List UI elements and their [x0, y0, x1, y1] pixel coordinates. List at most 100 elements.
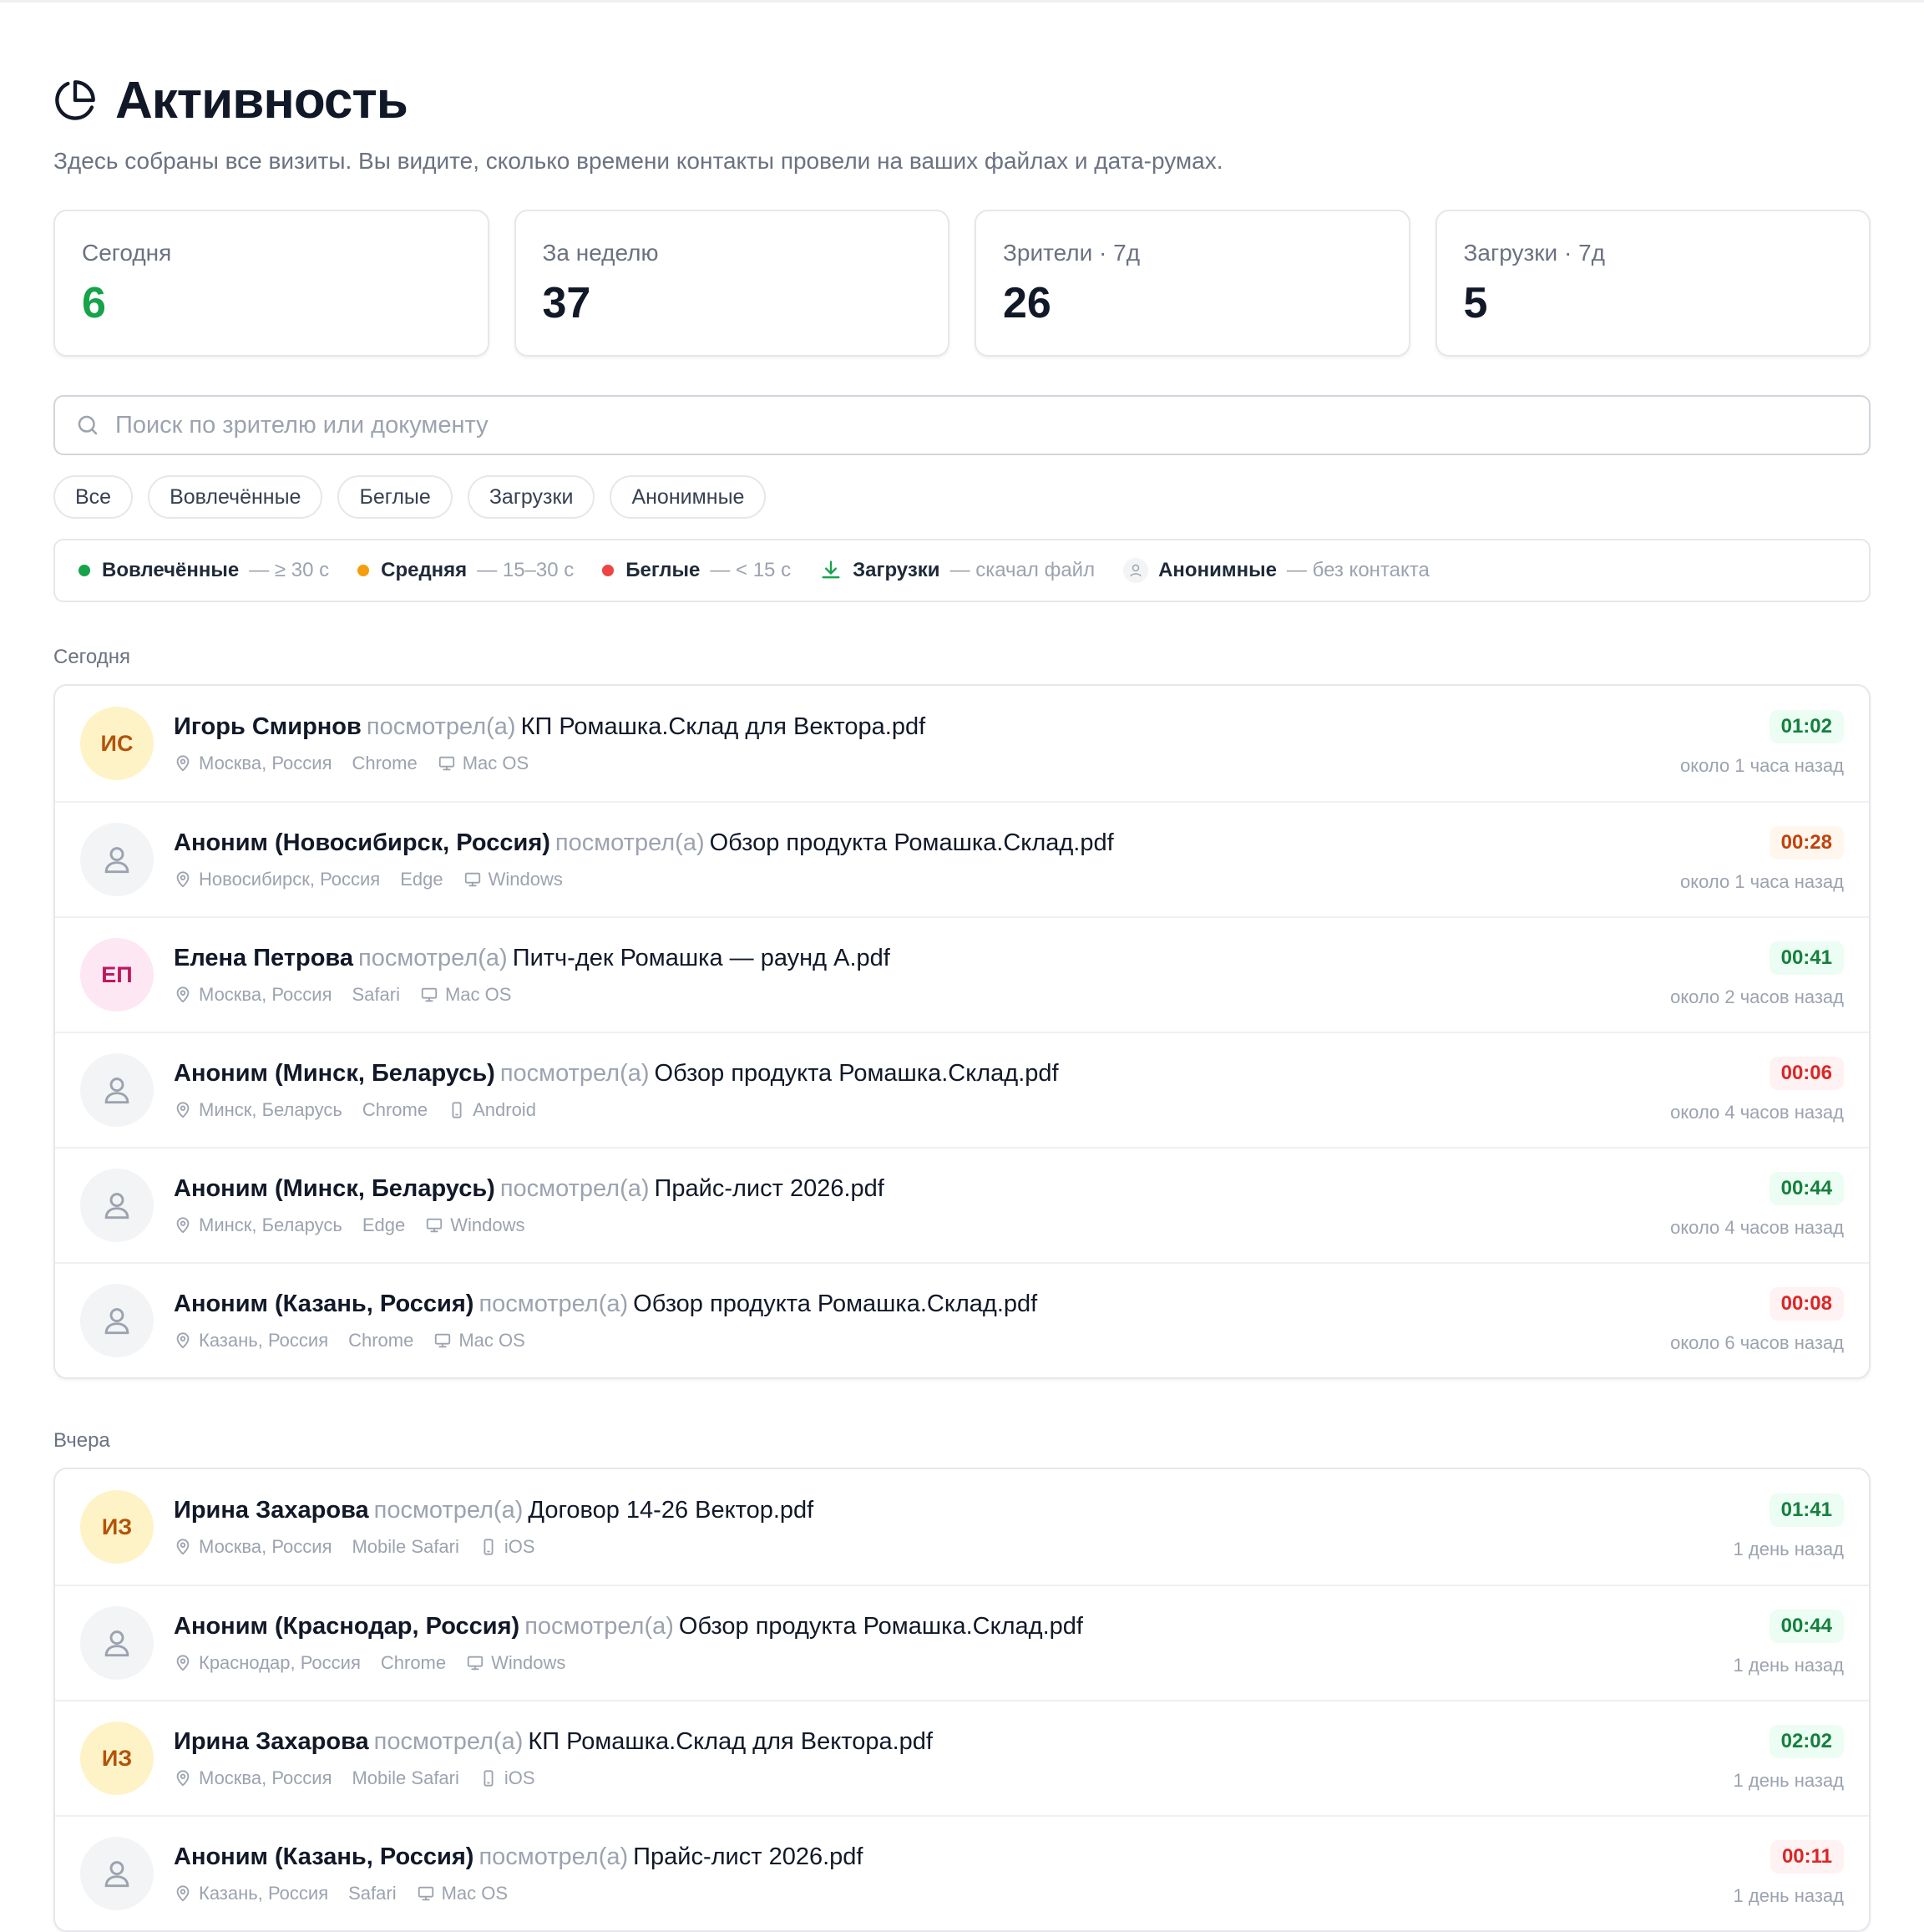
- desktop-icon: [427, 1218, 443, 1232]
- document-name: Обзор продукта Ромашка.Склад.pdf: [654, 1059, 1059, 1087]
- activity-meta: Москва, Россия Mobile Safari iOS: [174, 1767, 1734, 1789]
- location-pin-icon: [176, 1884, 190, 1901]
- location: Краснодар, Россия: [174, 1652, 361, 1674]
- filter-engaged[interactable]: Вовлечённые: [148, 475, 323, 519]
- activity-row[interactable]: Аноним (Минск, Беларусь) посмотрел(а) Обзо…: [55, 1032, 1869, 1147]
- activity-info: Игорь Смирнов посмотрел(а) КП Ромашка.Скла…: [174, 713, 1680, 774]
- search-input[interactable]: [114, 410, 1849, 440]
- activity-info: Аноним (Минск, Беларусь) посмотрел(а) Прай…: [174, 1175, 1670, 1236]
- filter-all[interactable]: Все: [53, 475, 134, 519]
- browser: Mobile Safari: [352, 1767, 459, 1788]
- filter-anonymous[interactable]: Анонимные: [610, 475, 767, 519]
- viewer-name: Аноним (Казань, Россия): [174, 1843, 474, 1870]
- avatar: ИЗ: [80, 1490, 154, 1564]
- activity-right: 00:41 около 2 часов назад: [1670, 941, 1844, 1008]
- document-name: КП Ромашка.Склад для Вектора.pdf: [520, 712, 926, 740]
- pie-chart-icon: [55, 80, 95, 120]
- activity-row[interactable]: Аноним (Новосибирск, Россия) посмотрел(а)…: [55, 801, 1869, 916]
- activity-page: Активность Здесь собраны все визиты. Вы …: [0, 71, 1924, 1932]
- os: Windows: [425, 1214, 524, 1236]
- viewer-name: Аноним (Краснодар, Россия): [174, 1612, 520, 1640]
- section-title: Вчера: [53, 1429, 110, 1452]
- stat-label: Зрители · 7д: [1003, 240, 1141, 266]
- os: Windows: [466, 1652, 565, 1674]
- activity-meta: Москва, Россия Mobile Safari iOS: [174, 1536, 1734, 1558]
- activity-headline: Ирина Захарова посмотрел(а) Договор 14-26 …: [174, 1497, 1734, 1524]
- browser: Safari: [352, 983, 400, 1005]
- activity-meta: Минск, Беларусь Edge Windows: [174, 1214, 1670, 1236]
- location-pin-icon: [176, 1216, 190, 1233]
- search-box: [53, 395, 1871, 455]
- stat-value: 6: [82, 279, 106, 327]
- location-pin-icon: [176, 754, 190, 771]
- duration-badge: 00:11: [1770, 1840, 1844, 1874]
- time-ago: около 2 часов назад: [1670, 986, 1844, 1007]
- viewer-name: Ирина Захарова: [174, 1496, 369, 1524]
- avatar: [80, 1053, 154, 1127]
- location: Москва, Россия: [174, 1767, 332, 1789]
- filter-downloads[interactable]: Загрузки: [467, 475, 595, 519]
- anonymous-user-icon: [104, 1308, 129, 1335]
- action-verb: посмотрел(а): [524, 1612, 674, 1640]
- avatar: ЕП: [80, 938, 154, 1012]
- activity-row[interactable]: Аноним (Казань, Россия) посмотрел(а) Обзор…: [55, 1262, 1869, 1377]
- time-ago: около 4 часов назад: [1670, 1217, 1844, 1238]
- activity-meta: Казань, Россия Chrome Mac OS: [174, 1330, 1670, 1351]
- document-name: Прайс-лист 2026.pdf: [633, 1843, 863, 1870]
- document-name: Прайс-лист 2026.pdf: [654, 1174, 884, 1202]
- activity-headline: Аноним (Краснодар, Россия) посмотрел(а) Об…: [174, 1613, 1734, 1640]
- activity-headline: Аноним (Минск, Беларусь) посмотрел(а) Обзо…: [174, 1060, 1670, 1088]
- activity-meta: Казань, Россия Safari Mac OS: [174, 1883, 1734, 1904]
- activity-headline: Аноним (Минск, Беларусь) посмотрел(а) Прай…: [174, 1175, 1670, 1203]
- location: Новосибирск, Россия: [174, 869, 380, 890]
- desktop-icon: [421, 987, 438, 1001]
- viewer-name: Елена Петрова: [174, 944, 354, 971]
- location: Казань, Россия: [174, 1883, 328, 1904]
- activity-row[interactable]: ИС Игорь Смирнов посмотрел(а) КП Ромашка.С…: [55, 686, 1869, 801]
- os: Android: [448, 1099, 536, 1121]
- activity-row[interactable]: Аноним (Казань, Россия) посмотрел(а) Прайс…: [55, 1815, 1869, 1930]
- mobile-phone-icon: [484, 1769, 494, 1787]
- activity-right: 00:08 около 6 часов назад: [1670, 1287, 1844, 1354]
- viewer-name: Аноним (Новосибирск, Россия): [174, 829, 550, 856]
- activity-row[interactable]: Аноним (Минск, Беларусь) посмотрел(а) Прай…: [55, 1147, 1869, 1262]
- stats-row: Сегодня 6 За неделю 37 Зрители · 7д 26 З…: [53, 210, 1871, 357]
- activity-row[interactable]: ИЗ Ирина Захарова посмотрел(а) Договор 14-…: [55, 1469, 1869, 1585]
- activity-row[interactable]: ИЗ Ирина Захарова посмотрел(а) КП Ромашка.…: [55, 1700, 1869, 1815]
- activity-right: 00:28 около 1 часа назад: [1680, 826, 1844, 893]
- activity-info: Аноним (Казань, Россия) посмотрел(а) Обзор…: [174, 1291, 1670, 1351]
- activity-list: ИС Игорь Смирнов посмотрел(а) КП Ромашка.С…: [53, 684, 1871, 1379]
- green-dot-icon: [78, 565, 90, 576]
- os: iOS: [479, 1767, 535, 1789]
- stat-card-viewers: Зрители · 7д 26: [975, 210, 1410, 357]
- document-name: Обзор продукта Ромашка.Склад.pdf: [678, 1612, 1083, 1640]
- stat-label: Загрузки · 7д: [1463, 240, 1605, 266]
- search-icon: [78, 415, 98, 435]
- activity-headline: Аноним (Казань, Россия) посмотрел(а) Обзор…: [174, 1291, 1670, 1318]
- activity-headline: Аноним (Казань, Россия) посмотрел(а) Прайс…: [174, 1843, 1734, 1871]
- action-verb: посмотрел(а): [373, 1496, 524, 1524]
- activity-meta: Краснодар, Россия Chrome Windows: [174, 1652, 1734, 1674]
- activity-headline: Аноним (Новосибирск, Россия) посмотрел(а)…: [174, 829, 1680, 857]
- activity-right: 01:02 около 1 часа назад: [1680, 710, 1844, 777]
- page-title: Активность: [115, 71, 408, 129]
- action-verb: посмотрел(а): [478, 1843, 629, 1870]
- activity-right: 02:02 1 день назад: [1734, 1725, 1844, 1792]
- activity-row[interactable]: ЕП Елена Петрова посмотрел(а) Питч-дек Ром…: [55, 916, 1869, 1032]
- avatar: [80, 1284, 154, 1357]
- activity-info: Аноним (Минск, Беларусь) посмотрел(а) Обзо…: [174, 1060, 1670, 1121]
- document-name: Обзор продукта Ромашка.Склад.pdf: [633, 1290, 1038, 1317]
- activity-row[interactable]: Аноним (Краснодар, Россия) посмотрел(а) Об…: [55, 1585, 1869, 1700]
- activity-info: Аноним (Новосибирск, Россия) посмотрел(а)…: [174, 829, 1680, 890]
- location-pin-icon: [176, 1101, 190, 1118]
- activity-headline: Игорь Смирнов посмотрел(а) КП Ромашка.Скла…: [174, 713, 1680, 741]
- browser: Edge: [362, 1214, 406, 1235]
- filter-quick[interactable]: Беглые: [337, 475, 453, 519]
- activity-info: Ирина Захарова посмотрел(а) Договор 14-26 …: [174, 1497, 1734, 1558]
- duration-badge: 00:08: [1769, 1287, 1844, 1321]
- desktop-icon: [467, 1656, 484, 1670]
- duration-badge: 00:44: [1769, 1172, 1844, 1205]
- viewer-name: Игорь Смирнов: [174, 712, 362, 740]
- activity-meta: Минск, Беларусь Chrome Android: [174, 1099, 1670, 1121]
- duration-badge: 00:44: [1769, 1610, 1844, 1643]
